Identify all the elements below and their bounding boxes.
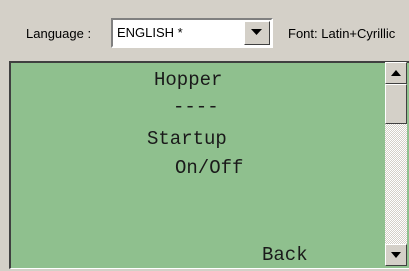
language-select-value: ENGLISH * (117, 25, 183, 40)
scroll-down-button[interactable] (385, 244, 407, 266)
toolbar: Language : ENGLISH * Font: Latin+Cyrilli… (0, 0, 409, 55)
arrow-up-icon (391, 70, 401, 76)
language-dropdown-button[interactable] (244, 21, 270, 45)
font-label: Font: Latin+Cyrillic (288, 26, 396, 41)
language-select[interactable]: ENGLISH * (111, 18, 273, 48)
lcd-line-1: Hopper (154, 69, 223, 91)
scroll-thumb[interactable] (385, 84, 407, 124)
scroll-up-button[interactable] (385, 62, 407, 84)
language-label: Language : (26, 26, 92, 41)
chevron-down-icon (251, 29, 262, 35)
lcd-line-back[interactable]: Back (262, 244, 308, 266)
lcd-line-2: ---- (173, 96, 219, 118)
lcd-display: Hopper ---- Startup On/Off Back (9, 61, 409, 269)
lcd-line-3: Startup (147, 128, 227, 150)
lcd-line-4: On/Off (175, 157, 244, 179)
arrow-down-icon (391, 252, 401, 258)
vertical-scrollbar[interactable] (385, 62, 407, 266)
